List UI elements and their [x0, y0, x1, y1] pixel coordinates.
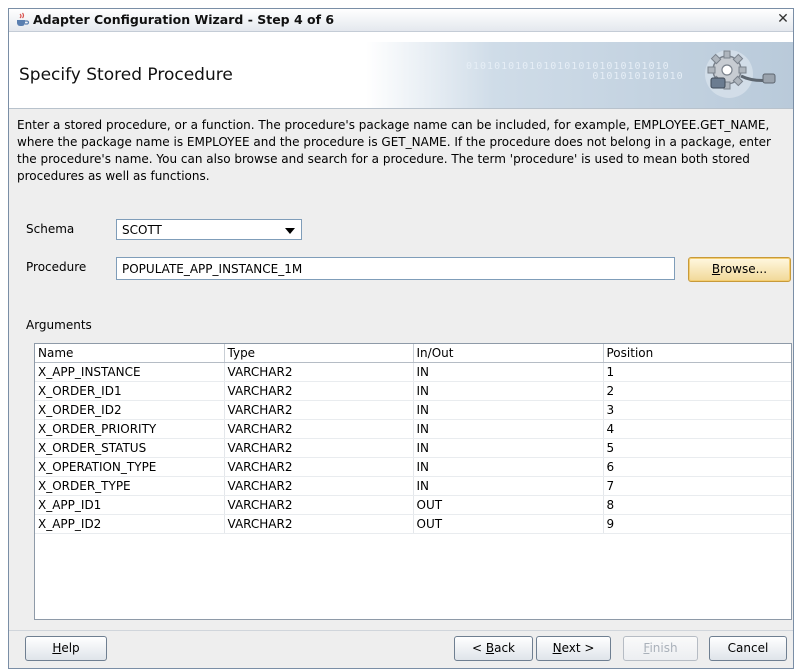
cancel-button-label: Cancel [727, 641, 769, 655]
cell-position: 9 [603, 514, 791, 534]
cell-name: X_ORDER_ID1 [35, 381, 225, 401]
next-button-mnemonic: N [552, 641, 562, 655]
table-row[interactable]: X_ORDER_STATUS VARCHAR2 IN 5 [35, 438, 791, 458]
table-row[interactable]: X_APP_ID2 VARCHAR2 OUT 9 [35, 514, 791, 534]
table-row[interactable]: X_ORDER_PRIORITY VARCHAR2 IN 4 [35, 419, 791, 439]
help-button-label: elp [61, 641, 80, 655]
cell-position: 7 [603, 476, 791, 496]
finish-button[interactable]: Finish [623, 636, 698, 661]
column-header-inout[interactable]: In/Out [413, 344, 604, 363]
column-header-position[interactable]: Position [603, 344, 791, 363]
column-header-type[interactable]: Type [224, 344, 414, 363]
cell-position: 8 [603, 495, 791, 515]
browse-button[interactable]: Browse... [688, 257, 791, 282]
cell-type: VARCHAR2 [224, 419, 414, 439]
table-row[interactable]: X_ORDER_ID1 VARCHAR2 IN 2 [35, 381, 791, 401]
cell-name: X_ORDER_ID2 [35, 400, 225, 420]
schema-select-value: SCOTT [122, 223, 162, 237]
finish-button-label: inish [649, 641, 678, 655]
cell-inout: OUT [413, 495, 604, 515]
table-row[interactable]: X_APP_ID1 VARCHAR2 OUT 8 [35, 495, 791, 515]
help-button-mnemonic: H [52, 641, 62, 655]
back-button[interactable]: < Back [454, 636, 533, 661]
table-header-row: Name Type In/Out Position [35, 344, 791, 363]
cell-type: VARCHAR2 [224, 476, 414, 496]
page-title: Specify Stored Procedure [19, 65, 233, 85]
wizard-header: Specify Stored Procedure 010101010101010… [9, 32, 793, 109]
browse-button-mnemonic: B [711, 262, 721, 276]
cell-name: X_ORDER_PRIORITY [35, 419, 225, 439]
cell-type: VARCHAR2 [224, 381, 414, 401]
cell-name: X_ORDER_TYPE [35, 476, 225, 496]
back-button-prefix: < [471, 641, 486, 655]
cell-name: X_OPERATION_TYPE [35, 457, 225, 477]
chevron-down-icon [285, 228, 295, 234]
help-button[interactable]: Help [25, 636, 107, 661]
cell-inout: OUT [413, 514, 604, 534]
cell-inout: IN [413, 381, 604, 401]
footer-divider [9, 630, 793, 631]
cell-inout: IN [413, 438, 604, 458]
gear-plug-icon [705, 50, 776, 98]
schema-label: Schema [26, 222, 75, 236]
table-row[interactable]: X_APP_INSTANCE VARCHAR2 IN 1 [35, 362, 791, 382]
cancel-button[interactable]: Cancel [709, 636, 787, 661]
wizard-window: Adapter Configuration Wizard - Step 4 of… [8, 8, 794, 669]
procedure-label: Procedure [26, 260, 87, 274]
cell-inout: IN [413, 400, 604, 420]
cell-type: VARCHAR2 [224, 400, 414, 420]
arguments-label: Arguments [26, 318, 92, 332]
cell-type: VARCHAR2 [224, 362, 414, 382]
cell-position: 6 [603, 457, 791, 477]
description-text: Enter a stored procedure, or a function.… [17, 118, 771, 183]
cell-position: 4 [603, 419, 791, 439]
cell-position: 2 [603, 381, 791, 401]
table-row[interactable]: X_ORDER_ID2 VARCHAR2 IN 3 [35, 400, 791, 420]
column-header-name[interactable]: Name [35, 344, 225, 363]
close-icon: ✕ [777, 11, 789, 27]
cell-name: X_APP_ID1 [35, 495, 225, 515]
title-bar[interactable]: Adapter Configuration Wizard - Step 4 of… [9, 9, 793, 32]
cell-position: 5 [603, 438, 791, 458]
cell-inout: IN [413, 419, 604, 439]
cell-position: 3 [603, 400, 791, 420]
cell-inout: IN [413, 476, 604, 496]
cell-inout: IN [413, 457, 604, 477]
cell-name: X_APP_ID2 [35, 514, 225, 534]
cell-type: VARCHAR2 [224, 457, 414, 477]
arguments-table[interactable]: Name Type In/Out Position X_APP_INSTANCE… [34, 343, 792, 620]
cell-type: VARCHAR2 [224, 514, 414, 534]
schema-select[interactable]: SCOTT [116, 219, 302, 240]
cell-position: 1 [603, 362, 791, 382]
table-row[interactable]: X_ORDER_TYPE VARCHAR2 IN 7 [35, 476, 791, 496]
table-row[interactable]: X_OPERATION_TYPE VARCHAR2 IN 6 [35, 457, 791, 477]
cell-inout: IN [413, 362, 604, 382]
cell-name: X_APP_INSTANCE [35, 362, 225, 382]
coffee-cup-icon [17, 12, 30, 26]
next-button[interactable]: Next > [536, 636, 611, 661]
cell-type: VARCHAR2 [224, 438, 414, 458]
back-button-mnemonic: B [485, 641, 495, 655]
cell-type: VARCHAR2 [224, 495, 414, 515]
next-button-label: ext > [561, 641, 595, 655]
procedure-input[interactable] [116, 257, 675, 280]
browse-button-label: rowse... [720, 262, 768, 276]
cell-name: X_ORDER_STATUS [35, 438, 225, 458]
back-button-label: ack [494, 641, 515, 655]
header-banner: 01010101010101010101010101010 0101010101… [366, 42, 793, 108]
close-button[interactable]: ✕ [775, 11, 791, 27]
binary-pattern: 01010101010101010101010101010 0101010101… [466, 61, 684, 82]
window-title: Adapter Configuration Wizard - Step 4 of… [33, 12, 335, 27]
